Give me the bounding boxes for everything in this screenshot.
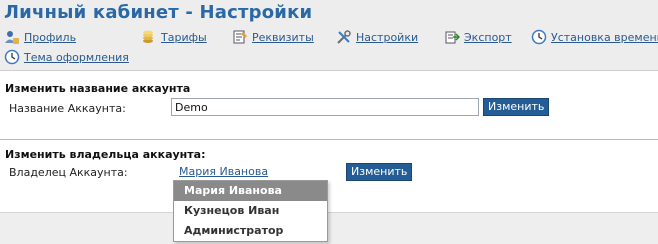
account-name-section-title: Изменить название аккаунта <box>5 82 191 95</box>
owner-option[interactable]: Кузнецов Иван <box>174 201 327 221</box>
theme-clock-icon <box>4 49 20 65</box>
settings-tools-icon <box>336 29 352 45</box>
account-name-input[interactable] <box>171 98 479 116</box>
owner-dropdown[interactable]: Мария Иванова Кузнецов Иван Администрато… <box>173 180 328 242</box>
coins-icon <box>141 29 157 45</box>
nav-requisites[interactable]: Реквизиты <box>232 29 314 45</box>
nav-profile-label: Профиль <box>24 30 77 44</box>
nav-time-setup[interactable]: Установка времени <box>531 29 658 45</box>
nav-profile[interactable]: Профиль <box>4 29 76 45</box>
export-icon <box>444 29 460 45</box>
owner-select-link[interactable]: Мария Иванова <box>179 165 268 178</box>
header-bar: Личный кабинет - Настройки Профиль Тариф… <box>0 0 658 71</box>
owner-option[interactable]: Администратор <box>174 221 327 241</box>
page-title: Личный кабинет - Настройки <box>4 2 313 23</box>
owner-section-title: Изменить владельца аккаунта: <box>5 148 206 161</box>
nav-theme-label: Тема оформления <box>24 50 129 64</box>
nav-settings[interactable]: Настройки <box>336 29 418 45</box>
profile-icon <box>4 29 20 45</box>
rename-account-button[interactable]: Изменить <box>483 98 550 116</box>
requisites-icon <box>232 29 248 45</box>
nav-theme[interactable]: Тема оформления <box>4 49 129 65</box>
nav-export[interactable]: Экспорт <box>444 29 512 45</box>
nav-settings-label: Настройки <box>356 30 419 44</box>
owner-option[interactable]: Мария Иванова <box>174 181 327 201</box>
footer-band <box>0 212 658 244</box>
clock-icon <box>531 29 547 45</box>
nav-tariffs[interactable]: Тарифы <box>141 29 207 45</box>
account-name-label: Название Аккаунта: <box>9 102 126 115</box>
section-divider <box>0 139 658 140</box>
nav-export-label: Экспорт <box>464 30 512 44</box>
nav-tariffs-label: Тарифы <box>161 30 207 44</box>
nav-time-setup-label: Установка времени <box>551 30 658 44</box>
nav-requisites-label: Реквизиты <box>252 30 314 44</box>
change-owner-button[interactable]: Изменить <box>346 163 413 181</box>
owner-label: Владелец Аккаунта: <box>9 166 128 179</box>
